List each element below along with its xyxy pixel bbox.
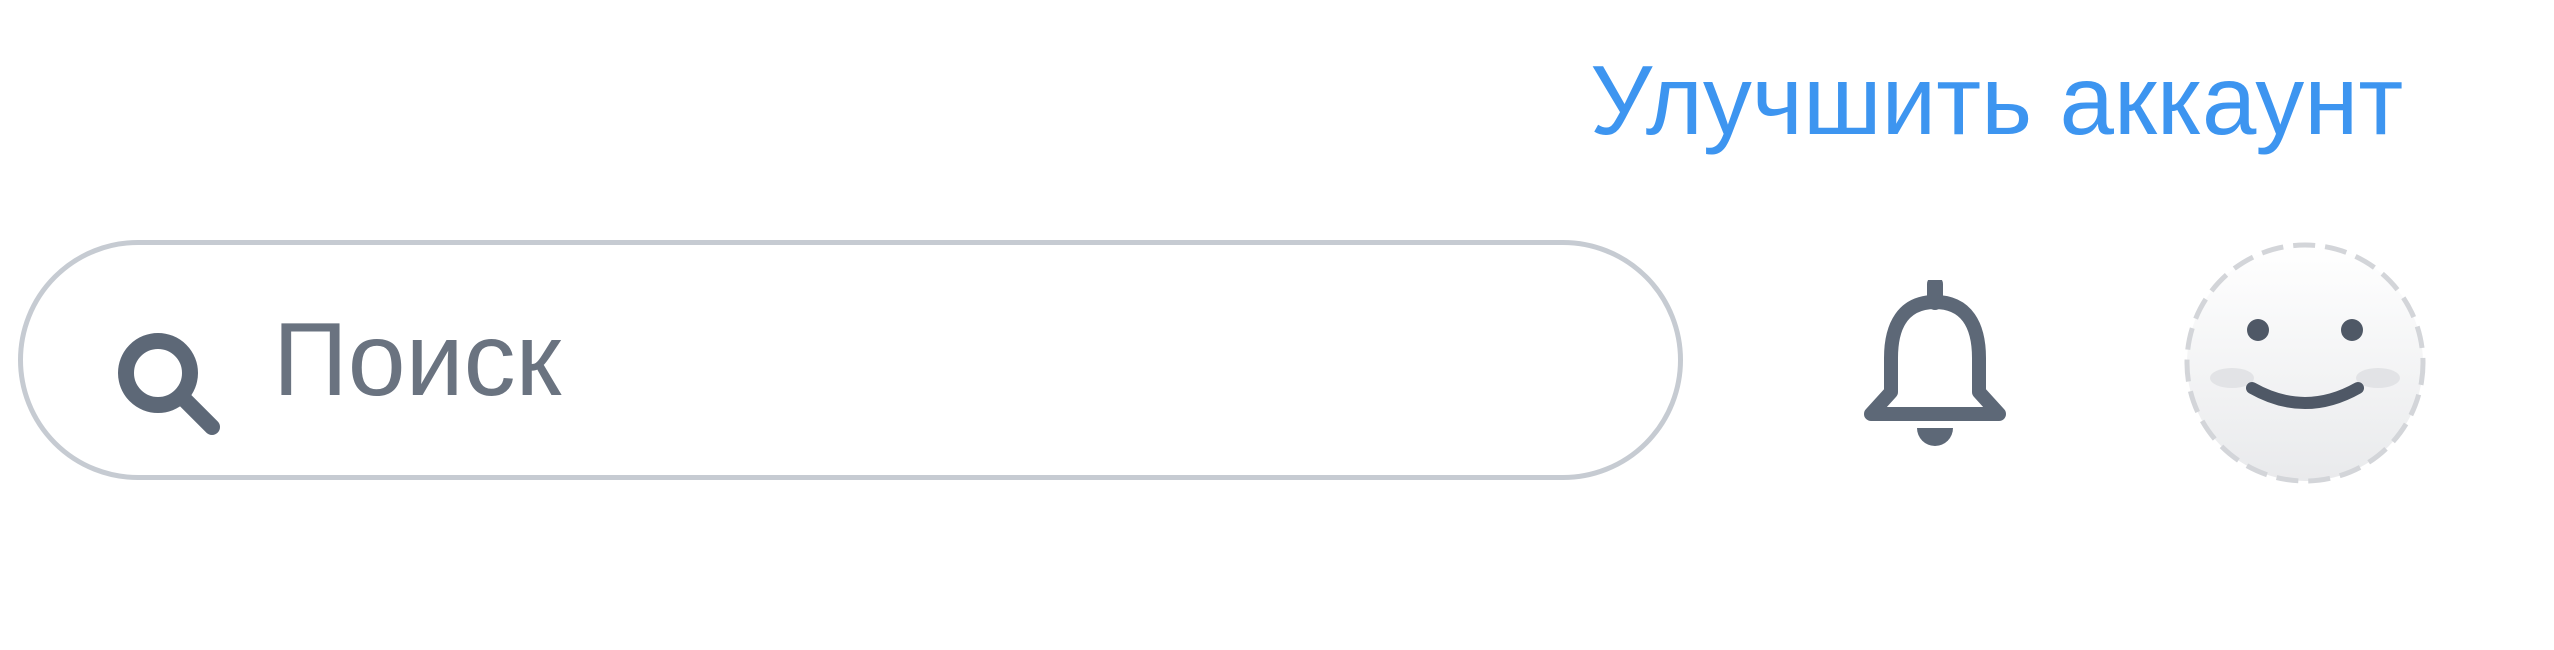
avatar[interactable] xyxy=(2180,238,2430,488)
search-input[interactable] xyxy=(273,285,1623,435)
upgrade-account-link[interactable]: Улучшить аккаунт xyxy=(1590,40,2403,160)
search-icon xyxy=(118,333,220,435)
bell-icon[interactable] xyxy=(1855,280,2015,450)
search-bar[interactable] xyxy=(18,240,1683,480)
